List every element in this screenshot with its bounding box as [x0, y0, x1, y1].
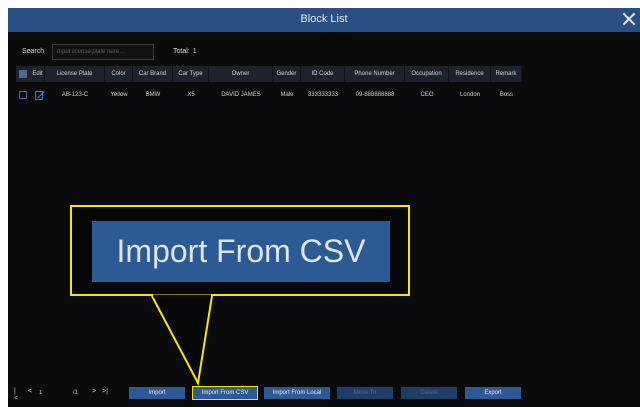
page-number-input[interactable] — [39, 388, 55, 398]
column-header-car-type[interactable]: Car Type — [173, 66, 209, 82]
page-total: /1 — [73, 390, 79, 396]
search-input[interactable] — [52, 44, 154, 60]
column-header-phone-number[interactable]: Phone Number — [345, 66, 405, 82]
prev-page-button[interactable]: < — [28, 388, 32, 395]
edit-icon[interactable] — [35, 90, 45, 100]
cell-id-code: 333333333 — [307, 92, 339, 98]
column-header-occupation[interactable]: Occupation — [405, 66, 449, 82]
export-button[interactable]: Export — [465, 387, 521, 399]
row-checkbox[interactable] — [19, 91, 27, 99]
import-from-csv-button[interactable]: Import From CSV — [192, 386, 258, 400]
column-header-residence[interactable]: Residence — [449, 66, 491, 82]
table-header: Edit License Plate Color Car Brand Car T… — [16, 66, 522, 82]
column-header-color[interactable]: Color — [105, 66, 133, 82]
import-from-local-button[interactable]: Import From Local — [264, 387, 330, 399]
cell-gender: Male — [280, 92, 294, 98]
close-icon[interactable] — [620, 10, 638, 28]
column-header-edit[interactable]: Edit — [31, 66, 45, 82]
screenshot-frame: Block List Search Total:1 Edit License P… — [0, 0, 640, 407]
column-header-id-code[interactable]: ID Code — [301, 66, 345, 82]
first-page-button[interactable]: |< — [14, 388, 18, 402]
delete-button[interactable]: Delete — [401, 387, 457, 399]
column-header-car-brand[interactable]: Car Brand — [133, 66, 173, 82]
total-count: Total: 1 — [173, 48, 197, 55]
cell-car-brand: BMW — [145, 92, 161, 98]
total-value: 1 — [192, 48, 197, 55]
column-header-owner[interactable]: Owner — [209, 66, 273, 82]
total-label: Total: — [173, 48, 190, 55]
cell-residence: London — [459, 92, 481, 98]
next-page-button[interactable]: > — [92, 388, 96, 395]
import-button[interactable]: Import — [129, 387, 185, 399]
cell-owner: DAVID JAMES — [221, 92, 261, 98]
column-header-gender[interactable]: Gender — [273, 66, 301, 82]
cell-remark: Boss — [499, 92, 514, 98]
cell-phone-number: 09-888888888 — [355, 92, 395, 98]
cell-color: Yellow — [110, 92, 128, 98]
move-to-button[interactable]: Move To — [337, 387, 393, 399]
select-all-checkbox[interactable] — [19, 70, 27, 78]
callout-import-from-csv-button: Import From CSV — [92, 221, 390, 282]
window-title: Block List — [300, 13, 348, 25]
last-page-button[interactable]: >| — [102, 388, 108, 395]
title-bar: Block List — [8, 8, 640, 32]
search-label: Search — [22, 48, 45, 55]
column-header-license-plate[interactable]: License Plate — [45, 66, 105, 82]
cell-occupation: CEO — [420, 92, 434, 98]
cell-car-type: X5 — [187, 92, 195, 98]
table-row[interactable]: AB-123-C Yellow BMW X5 DAVID JAMES Male … — [16, 88, 522, 102]
column-header-remark[interactable]: Remark — [491, 66, 522, 82]
cell-license-plate: AB-123-C — [61, 92, 89, 98]
